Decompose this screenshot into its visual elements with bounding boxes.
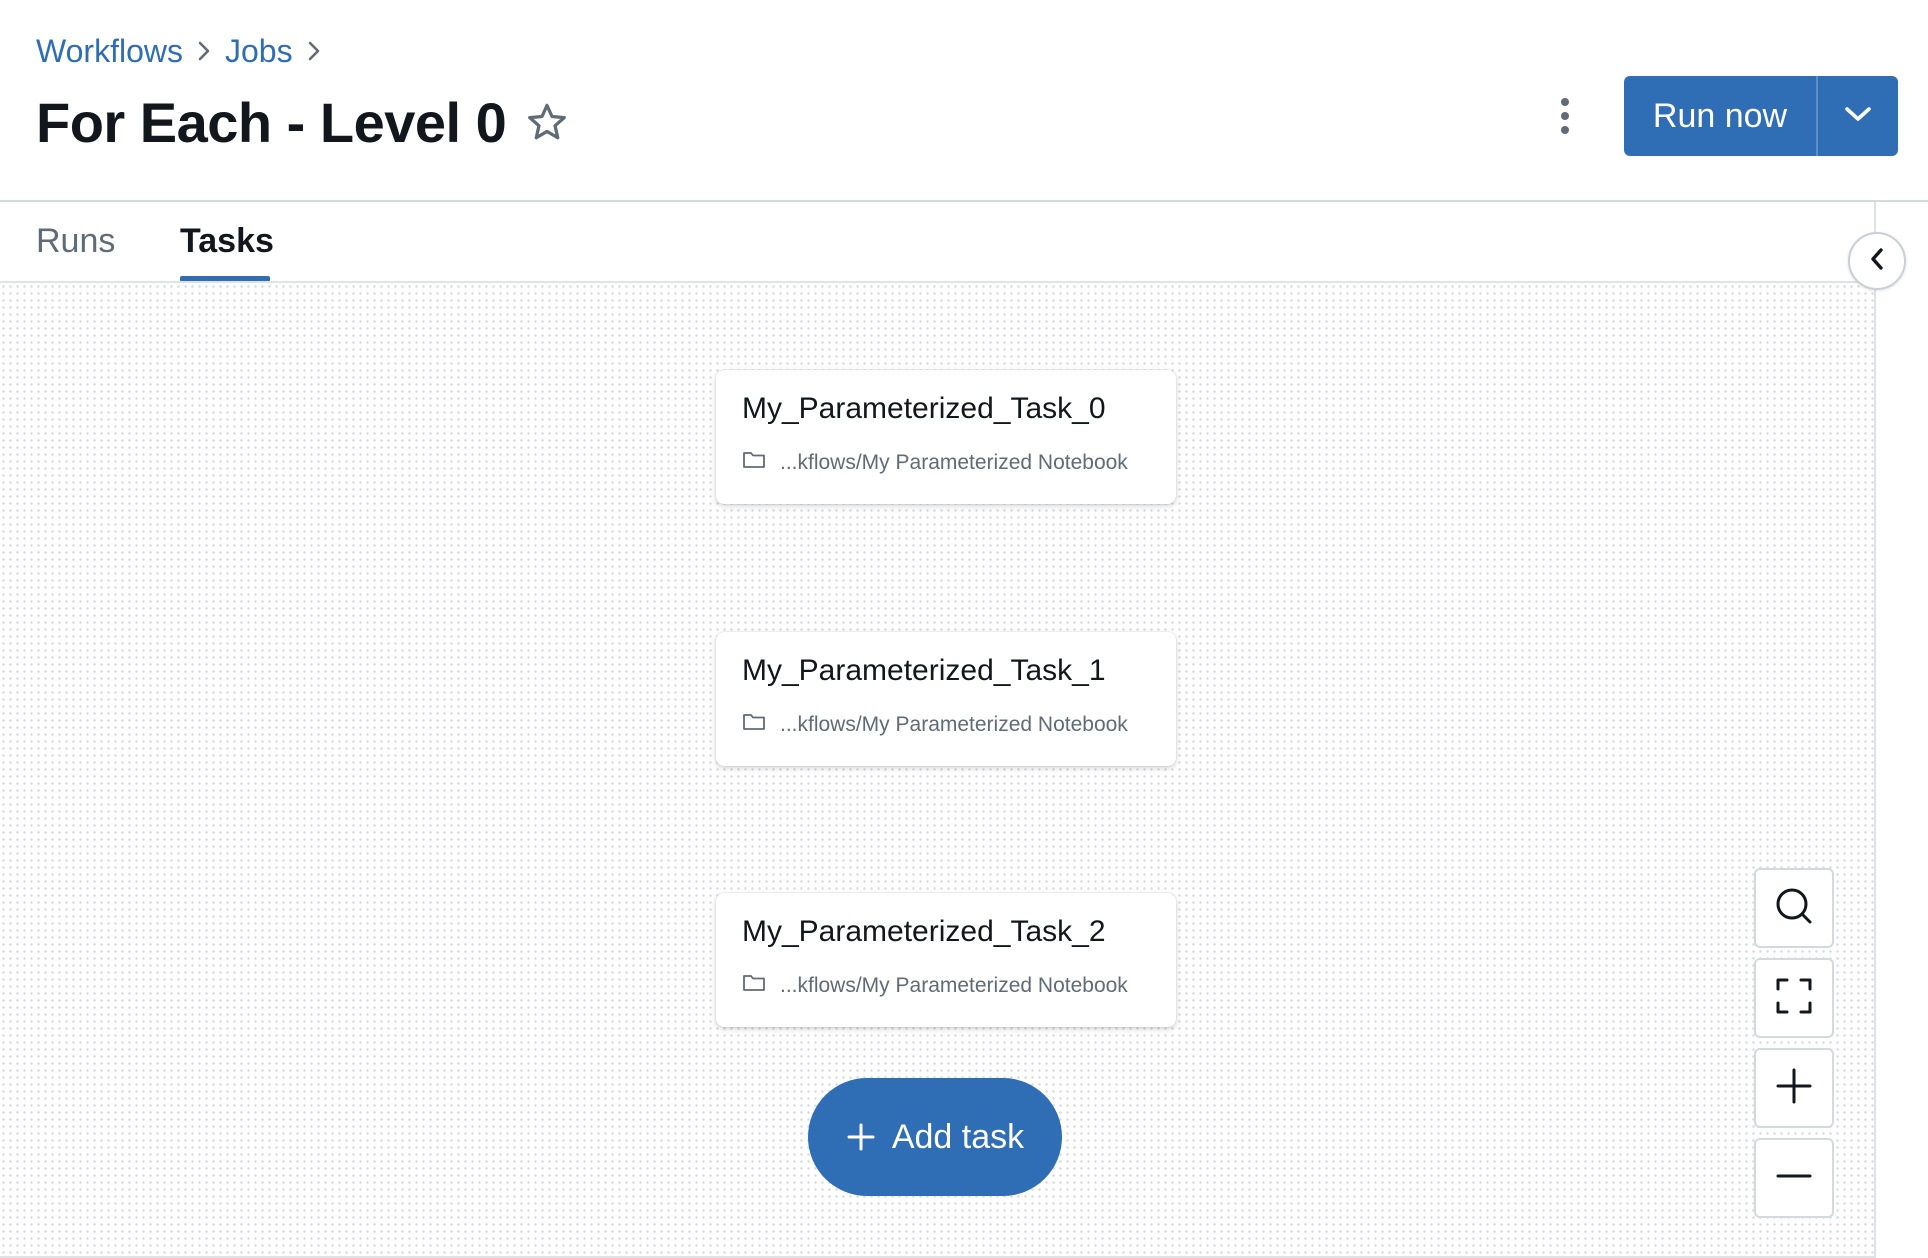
tab-runs[interactable]: Runs bbox=[36, 222, 115, 282]
canvas-border bbox=[1874, 202, 1876, 1258]
star-icon[interactable] bbox=[524, 100, 570, 146]
task-card[interactable]: My_Parameterized_Task_0 ...kflows/My Par… bbox=[716, 370, 1176, 504]
tab-tasks[interactable]: Tasks bbox=[180, 222, 274, 282]
zoom-out-button[interactable] bbox=[1754, 1138, 1834, 1218]
task-path-row: ...kflows/My Parameterized Notebook bbox=[742, 450, 1128, 475]
task-path-row: ...kflows/My Parameterized Notebook bbox=[742, 973, 1128, 998]
header-divider bbox=[0, 200, 1928, 202]
folder-icon bbox=[742, 712, 766, 737]
breadcrumb-workflows[interactable]: Workflows bbox=[36, 33, 183, 70]
folder-icon bbox=[742, 973, 766, 998]
run-now-button[interactable]: Run now bbox=[1624, 76, 1816, 156]
task-name: My_Parameterized_Task_0 bbox=[742, 392, 1106, 425]
add-task-button[interactable]: Add task bbox=[808, 1078, 1062, 1196]
fit-to-screen-button[interactable] bbox=[1754, 958, 1834, 1038]
run-now-split-button: Run now bbox=[1624, 76, 1898, 156]
search-button[interactable] bbox=[1754, 868, 1834, 948]
task-path-row: ...kflows/My Parameterized Notebook bbox=[742, 712, 1128, 737]
chevron-right-icon bbox=[183, 40, 225, 62]
task-path: ...kflows/My Parameterized Notebook bbox=[780, 450, 1128, 474]
chevron-left-icon bbox=[1867, 246, 1887, 277]
breadcrumb-jobs[interactable]: Jobs bbox=[225, 33, 293, 70]
search-icon bbox=[1773, 885, 1815, 932]
task-name: My_Parameterized_Task_1 bbox=[742, 654, 1106, 687]
folder-icon bbox=[742, 450, 766, 475]
plus-icon bbox=[846, 1122, 876, 1152]
breadcrumb: Workflows Jobs bbox=[36, 30, 335, 72]
chevron-down-icon bbox=[1843, 104, 1873, 129]
task-card[interactable]: My_Parameterized_Task_2 ...kflows/My Par… bbox=[716, 893, 1176, 1027]
chevron-right-icon bbox=[293, 40, 335, 62]
job-page: Workflows Jobs For Each - Level 0 Run no… bbox=[0, 0, 1928, 1258]
zoom-in-icon bbox=[1774, 1066, 1814, 1111]
task-card[interactable]: My_Parameterized_Task_1 ...kflows/My Par… bbox=[716, 632, 1176, 766]
kebab-menu-icon[interactable] bbox=[1548, 92, 1582, 140]
zoom-in-button[interactable] bbox=[1754, 1048, 1834, 1128]
zoom-out-icon bbox=[1774, 1156, 1814, 1201]
add-task-label: Add task bbox=[891, 1117, 1025, 1156]
task-name: My_Parameterized_Task_2 bbox=[742, 915, 1106, 948]
task-path: ...kflows/My Parameterized Notebook bbox=[780, 712, 1128, 736]
collapse-panel-button[interactable] bbox=[1848, 232, 1906, 290]
page-title: For Each - Level 0 bbox=[36, 91, 507, 154]
task-path: ...kflows/My Parameterized Notebook bbox=[780, 973, 1128, 997]
run-options-dropdown[interactable] bbox=[1818, 76, 1898, 156]
fit-to-screen-icon bbox=[1774, 976, 1814, 1021]
